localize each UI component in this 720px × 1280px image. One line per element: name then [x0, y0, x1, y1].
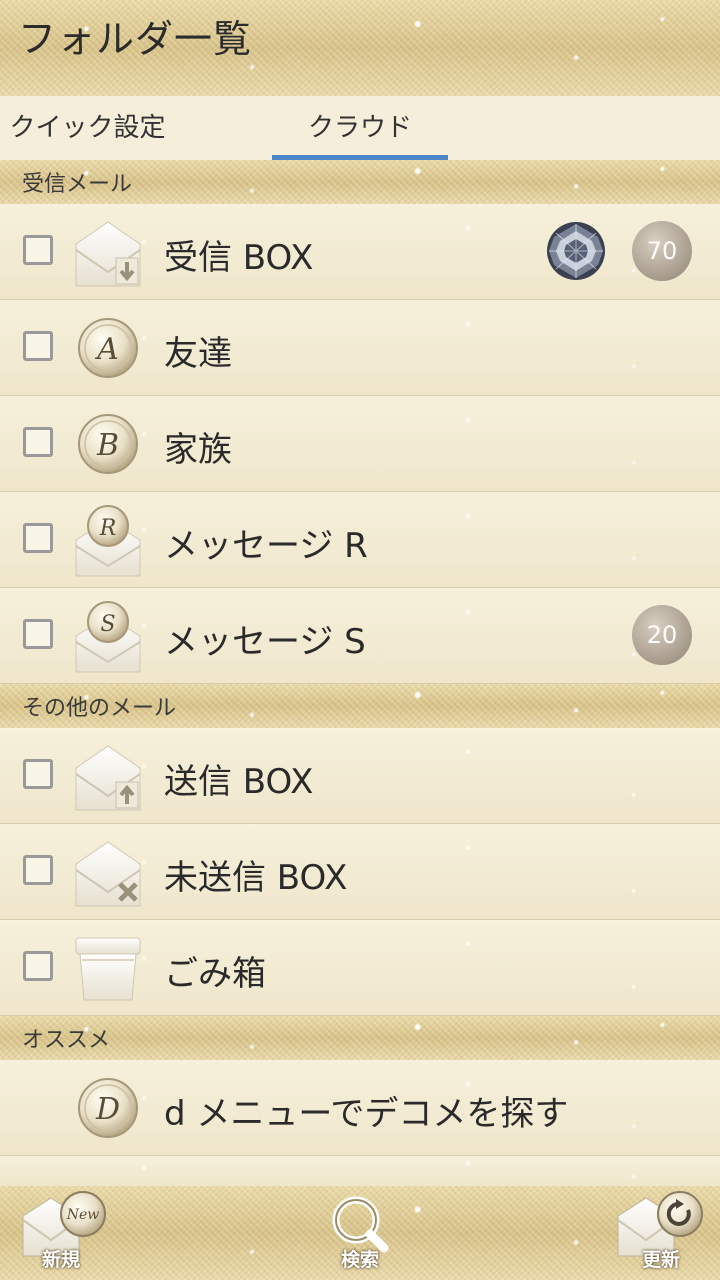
envelope-coin-s-icon: S: [75, 601, 141, 673]
folder-row-family[interactable]: B 家族: [0, 396, 720, 492]
folder-row-unsent[interactable]: 未送信 BOX: [0, 824, 720, 920]
folder-checkbox[interactable]: [23, 331, 53, 361]
tab-cloud[interactable]: クラウド: [272, 96, 448, 160]
nav-label: 検索: [340, 1249, 379, 1271]
tab-label: クラウド: [307, 113, 412, 143]
folder-row-inbox[interactable]: 受信 BOX 70: [0, 204, 720, 300]
folder-checkbox[interactable]: [23, 759, 53, 789]
folder-checkbox[interactable]: [23, 523, 53, 553]
coin-letter-b-icon: B: [78, 414, 138, 474]
folder-checkbox[interactable]: [23, 951, 53, 981]
new-mail-button[interactable]: New 新規: [6, 1186, 116, 1280]
trash-box-icon: [75, 937, 141, 1001]
folder-label: 受信 BOX: [164, 238, 314, 278]
svg-text:A: A: [94, 332, 119, 367]
recommend-row-decome[interactable]: D d メニューでデコメを探す: [0, 1060, 720, 1156]
section-header-other: その他のメール: [0, 684, 720, 728]
section-header-recommend: オススメ: [0, 1016, 720, 1060]
folder-label: 未送信 BOX: [164, 858, 348, 898]
coin-letter-a-icon: A: [78, 318, 138, 378]
folder-label: ごみ箱: [164, 954, 266, 994]
envelope-download-icon: [75, 221, 141, 287]
tab-quick-settings[interactable]: クイック設定: [0, 96, 175, 160]
search-button[interactable]: 検索: [305, 1186, 415, 1280]
envelope-cancel-icon: [75, 841, 141, 907]
folder-row-sent[interactable]: 送信 BOX: [0, 728, 720, 824]
folder-checkbox[interactable]: [23, 619, 53, 649]
folder-checkbox[interactable]: [23, 855, 53, 885]
nav-label: 新規: [41, 1249, 80, 1271]
diamond-icon: [547, 222, 605, 280]
folder-label: 家族: [164, 430, 232, 470]
coin-letter-d-icon: D: [78, 1078, 138, 1138]
folder-label: メッセージ R: [164, 526, 368, 566]
svg-text:S: S: [100, 612, 115, 637]
recommend-label: d メニューでデコメを探す: [164, 1094, 569, 1134]
unread-count-badge: 70: [632, 221, 692, 281]
app-header: フォルダ一覧: [0, 0, 720, 96]
svg-text:R: R: [99, 516, 117, 541]
nav-label: 更新: [641, 1249, 680, 1271]
folder-checkbox[interactable]: [23, 235, 53, 265]
page-title: フォルダ一覧: [18, 17, 253, 61]
folder-checkbox[interactable]: [23, 427, 53, 457]
svg-text:D: D: [95, 1092, 120, 1127]
folder-label: 友達: [164, 334, 232, 374]
folder-label: 送信 BOX: [164, 762, 314, 802]
section-header-inbox: 受信メール: [0, 160, 720, 204]
tab-bar: クイック設定 クラウド: [0, 96, 720, 160]
folder-row-message-r[interactable]: R メッセージ R: [0, 492, 720, 588]
section-label: 受信メール: [22, 172, 133, 197]
bottom-navigation: New 新規 検索 更新: [0, 1186, 720, 1280]
refresh-button[interactable]: 更新: [606, 1186, 716, 1280]
folder-label: メッセージ S: [164, 622, 366, 662]
folder-row-trash[interactable]: ごみ箱: [0, 920, 720, 1016]
tab-label: クイック設定: [9, 113, 166, 143]
svg-text:New: New: [66, 1207, 100, 1223]
unread-count-badge: 20: [632, 605, 692, 665]
folder-row-friends[interactable]: A 友達: [0, 300, 720, 396]
folder-row-message-s[interactable]: S メッセージ S 20: [0, 588, 720, 684]
svg-text:B: B: [96, 428, 119, 463]
envelope-coin-r-icon: R: [75, 505, 141, 577]
envelope-upload-icon: [75, 745, 141, 811]
list-filler: [0, 1156, 720, 1187]
section-label: オススメ: [22, 1028, 111, 1053]
section-label: その他のメール: [22, 696, 177, 721]
